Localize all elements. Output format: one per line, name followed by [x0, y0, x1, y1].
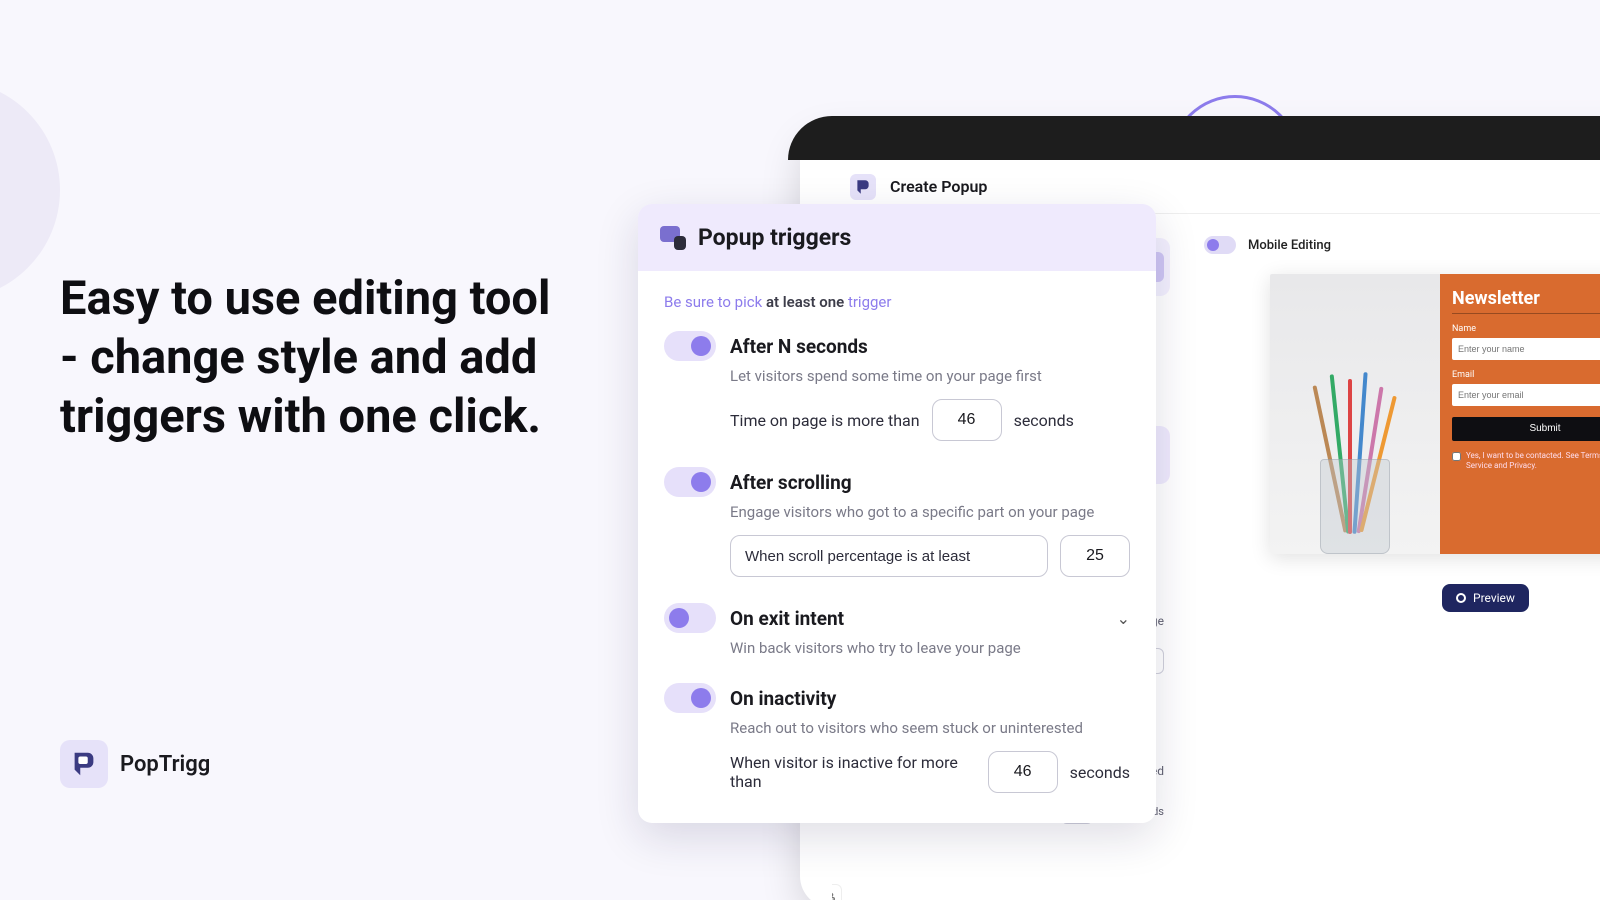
seconds-input[interactable] — [932, 399, 1002, 441]
chevron-down-icon[interactable]: ⌄ — [1117, 609, 1130, 628]
popup-preview: Newsletter Name Email Submit Yes, I want… — [1270, 274, 1600, 554]
preview-button[interactable]: Preview — [1442, 584, 1529, 612]
brand: PopTrigg — [60, 740, 210, 788]
row-post: seconds — [1014, 411, 1074, 430]
trigger-desc: Let visitors spend some time on your pag… — [730, 367, 1130, 385]
popup-form: Newsletter Name Email Submit Yes, I want… — [1440, 274, 1600, 554]
brand-logo-icon — [60, 740, 108, 788]
preview-button-label: Preview — [1473, 591, 1515, 605]
name-input[interactable] — [1452, 338, 1600, 360]
toggle-on-inactivity[interactable] — [664, 683, 716, 713]
trigger-after-scrolling: After scrolling Engage visitors who got … — [664, 467, 1130, 577]
eye-icon — [1456, 593, 1466, 603]
row-pre: When visitor is inactive for more than — [730, 753, 976, 791]
triggers-panel-title: Popup triggers — [698, 224, 851, 251]
consent-checkbox[interactable]: Yes, I want to be contacted. See Terms o… — [1452, 451, 1600, 472]
row-post: seconds — [1070, 763, 1130, 782]
row-pre: Time on page is more than — [730, 411, 920, 430]
preview-area: Mobile Editing Newsletter Name Email — [1182, 214, 1600, 900]
popup-heading: Newsletter — [1452, 288, 1600, 314]
popup-image — [1270, 274, 1440, 554]
mobile-editing-label: Mobile Editing — [1248, 238, 1331, 253]
toggle-icon[interactable] — [1204, 236, 1236, 254]
trigger-desc: Engage visitors who got to a specific pa… — [730, 503, 1130, 521]
trigger-after-n-seconds: After N seconds Let visitors spend some … — [664, 331, 1130, 441]
scroll-condition-input[interactable] — [730, 535, 1048, 577]
toggle-after-scrolling[interactable] — [664, 467, 716, 497]
name-label: Name — [1452, 324, 1600, 334]
hero-copy: Easy to use editing tool - change style … — [60, 270, 580, 446]
deco-circle — [0, 80, 60, 300]
brand-name: PopTrigg — [120, 752, 210, 777]
hero-title: Easy to use editing tool - change style … — [60, 270, 580, 446]
trigger-desc: Win back visitors who try to leave your … — [730, 639, 1130, 657]
trigger-on-exit-intent: On exit intent ⌄ Win back visitors who t… — [664, 603, 1130, 657]
email-label: Email — [1452, 370, 1600, 380]
scroll-percent-input[interactable] — [1060, 535, 1130, 577]
trigger-desc: Reach out to visitors who seem stuck or … — [730, 719, 1130, 737]
trigger-on-inactivity: On inactivity Reach out to visitors who … — [664, 683, 1130, 793]
popup-triggers-icon — [660, 226, 686, 250]
app-logo-icon — [850, 174, 876, 200]
triggers-panel: Popup triggers Be sure to pick at least … — [638, 204, 1156, 823]
trigger-title: On exit intent — [730, 607, 844, 630]
triggers-hint: Be sure to pick at least one trigger — [664, 293, 1130, 311]
mobile-editing-toggle[interactable]: Mobile Editing — [1204, 236, 1600, 254]
toggle-after-n-seconds[interactable] — [664, 331, 716, 361]
app-title: Create Popup — [890, 177, 987, 196]
email-input[interactable] — [1452, 384, 1600, 406]
submit-button[interactable]: Submit — [1452, 417, 1600, 441]
gear-icon[interactable] — [832, 884, 842, 900]
device-bezel — [788, 116, 1600, 160]
trigger-title: After scrolling — [730, 471, 852, 494]
inactivity-seconds-input[interactable] — [988, 751, 1058, 793]
toggle-on-exit-intent[interactable] — [664, 603, 716, 633]
trigger-title: After N seconds — [730, 335, 868, 358]
trigger-title: On inactivity — [730, 687, 836, 710]
triggers-panel-header: Popup triggers — [638, 204, 1156, 271]
